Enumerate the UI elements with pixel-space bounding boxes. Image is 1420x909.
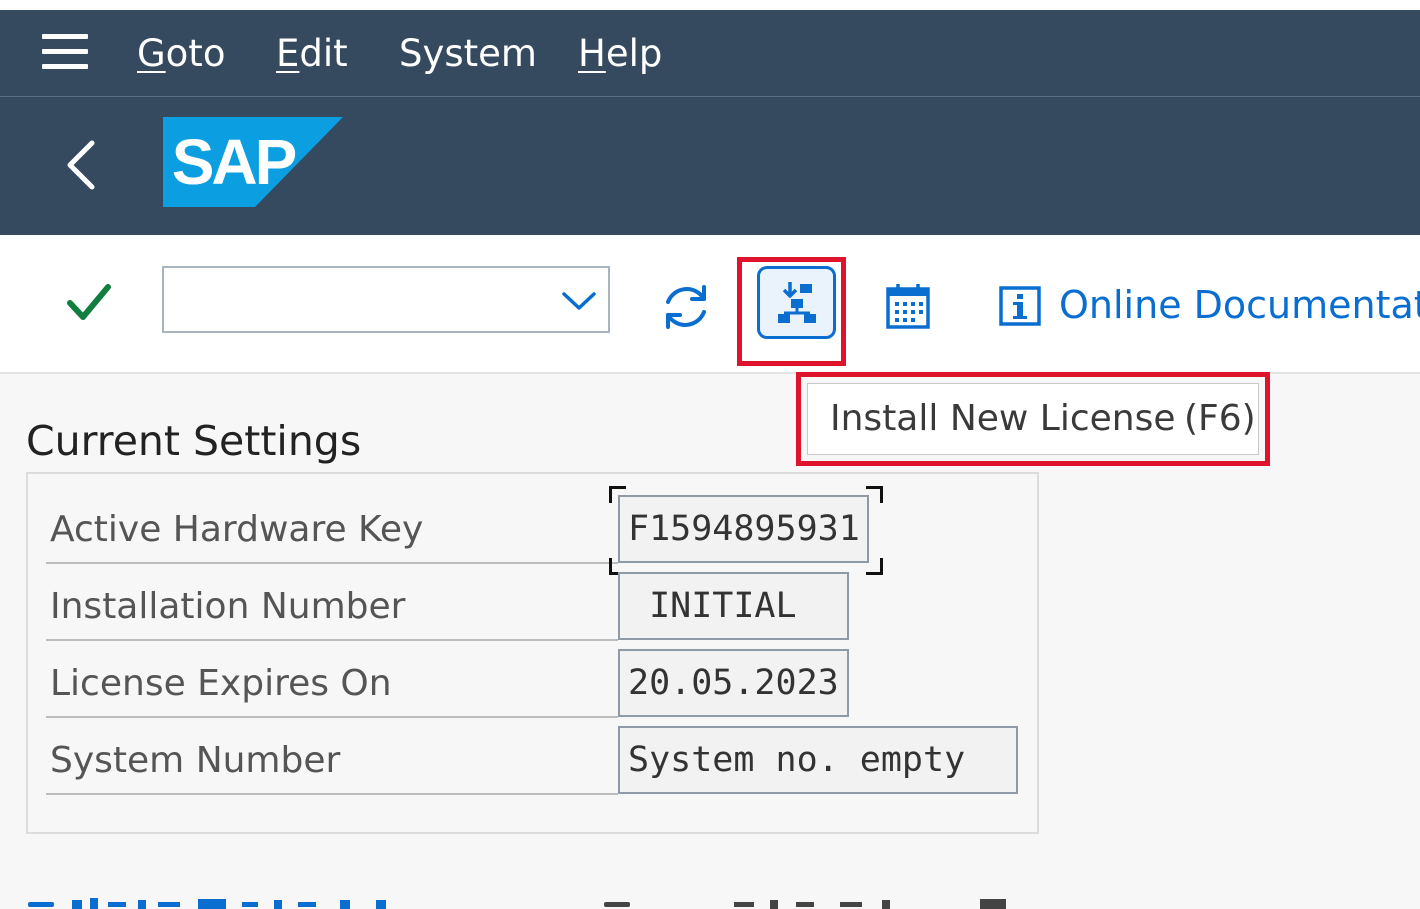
row-divider	[46, 639, 618, 641]
back-button[interactable]	[58, 135, 108, 195]
top-strip	[0, 0, 1420, 10]
field-system-number[interactable]: System no. empty	[618, 726, 1018, 794]
shell-header: SAP	[0, 97, 1420, 235]
section-title: Current Settings	[26, 417, 362, 465]
focus-corner-tr	[866, 486, 883, 503]
highlight-box-button	[737, 257, 846, 366]
row-divider	[46, 716, 618, 718]
online-documentation-link[interactable]: Online Documentatio	[1059, 281, 1420, 329]
menu-icon[interactable]	[40, 32, 90, 72]
checkmark-icon[interactable]	[66, 281, 112, 323]
menu-help[interactable]: Help	[578, 34, 662, 74]
chevron-left-icon	[67, 140, 95, 190]
menu-goto[interactable]: Goto	[137, 34, 225, 74]
info-icon[interactable]	[998, 285, 1042, 327]
row-divider	[46, 562, 618, 564]
focus-corner-tl	[609, 486, 626, 503]
menu-system[interactable]: System	[399, 34, 537, 74]
highlight-box-tooltip	[796, 372, 1270, 466]
label-system-number: System Number	[50, 740, 341, 781]
menu-edit[interactable]: Edit	[276, 34, 348, 74]
label-active-hardware-key: Active Hardware Key	[50, 509, 424, 550]
cut-off-text-glyphs	[604, 899, 1006, 909]
refresh-icon[interactable]	[658, 282, 714, 332]
focus-corner-br	[866, 558, 883, 575]
sap-license-window: Goto Edit System Help SAP Online Documen…	[0, 0, 1420, 909]
sap-logo-text: SAP	[171, 126, 298, 198]
row-divider	[46, 793, 618, 795]
command-field[interactable]	[162, 266, 610, 333]
menu-bar: Goto Edit System Help	[0, 10, 1420, 97]
field-active-hardware-key[interactable]: F1594895931	[618, 495, 869, 563]
label-installation-number: Installation Number	[50, 586, 406, 627]
toolbar: Online Documentatio	[0, 235, 1420, 374]
chevron-down-icon[interactable]	[560, 286, 598, 316]
field-license-expires-on[interactable]: 20.05.2023	[618, 649, 849, 717]
sap-logo: SAP	[163, 117, 343, 207]
cut-off-text	[604, 892, 1024, 909]
cut-off-link[interactable]	[28, 892, 388, 909]
label-license-expires-on: License Expires On	[50, 663, 392, 704]
calendar-icon[interactable]	[884, 281, 932, 331]
field-installation-number[interactable]: INITIAL	[618, 572, 849, 640]
cut-off-link-glyphs	[28, 898, 386, 909]
